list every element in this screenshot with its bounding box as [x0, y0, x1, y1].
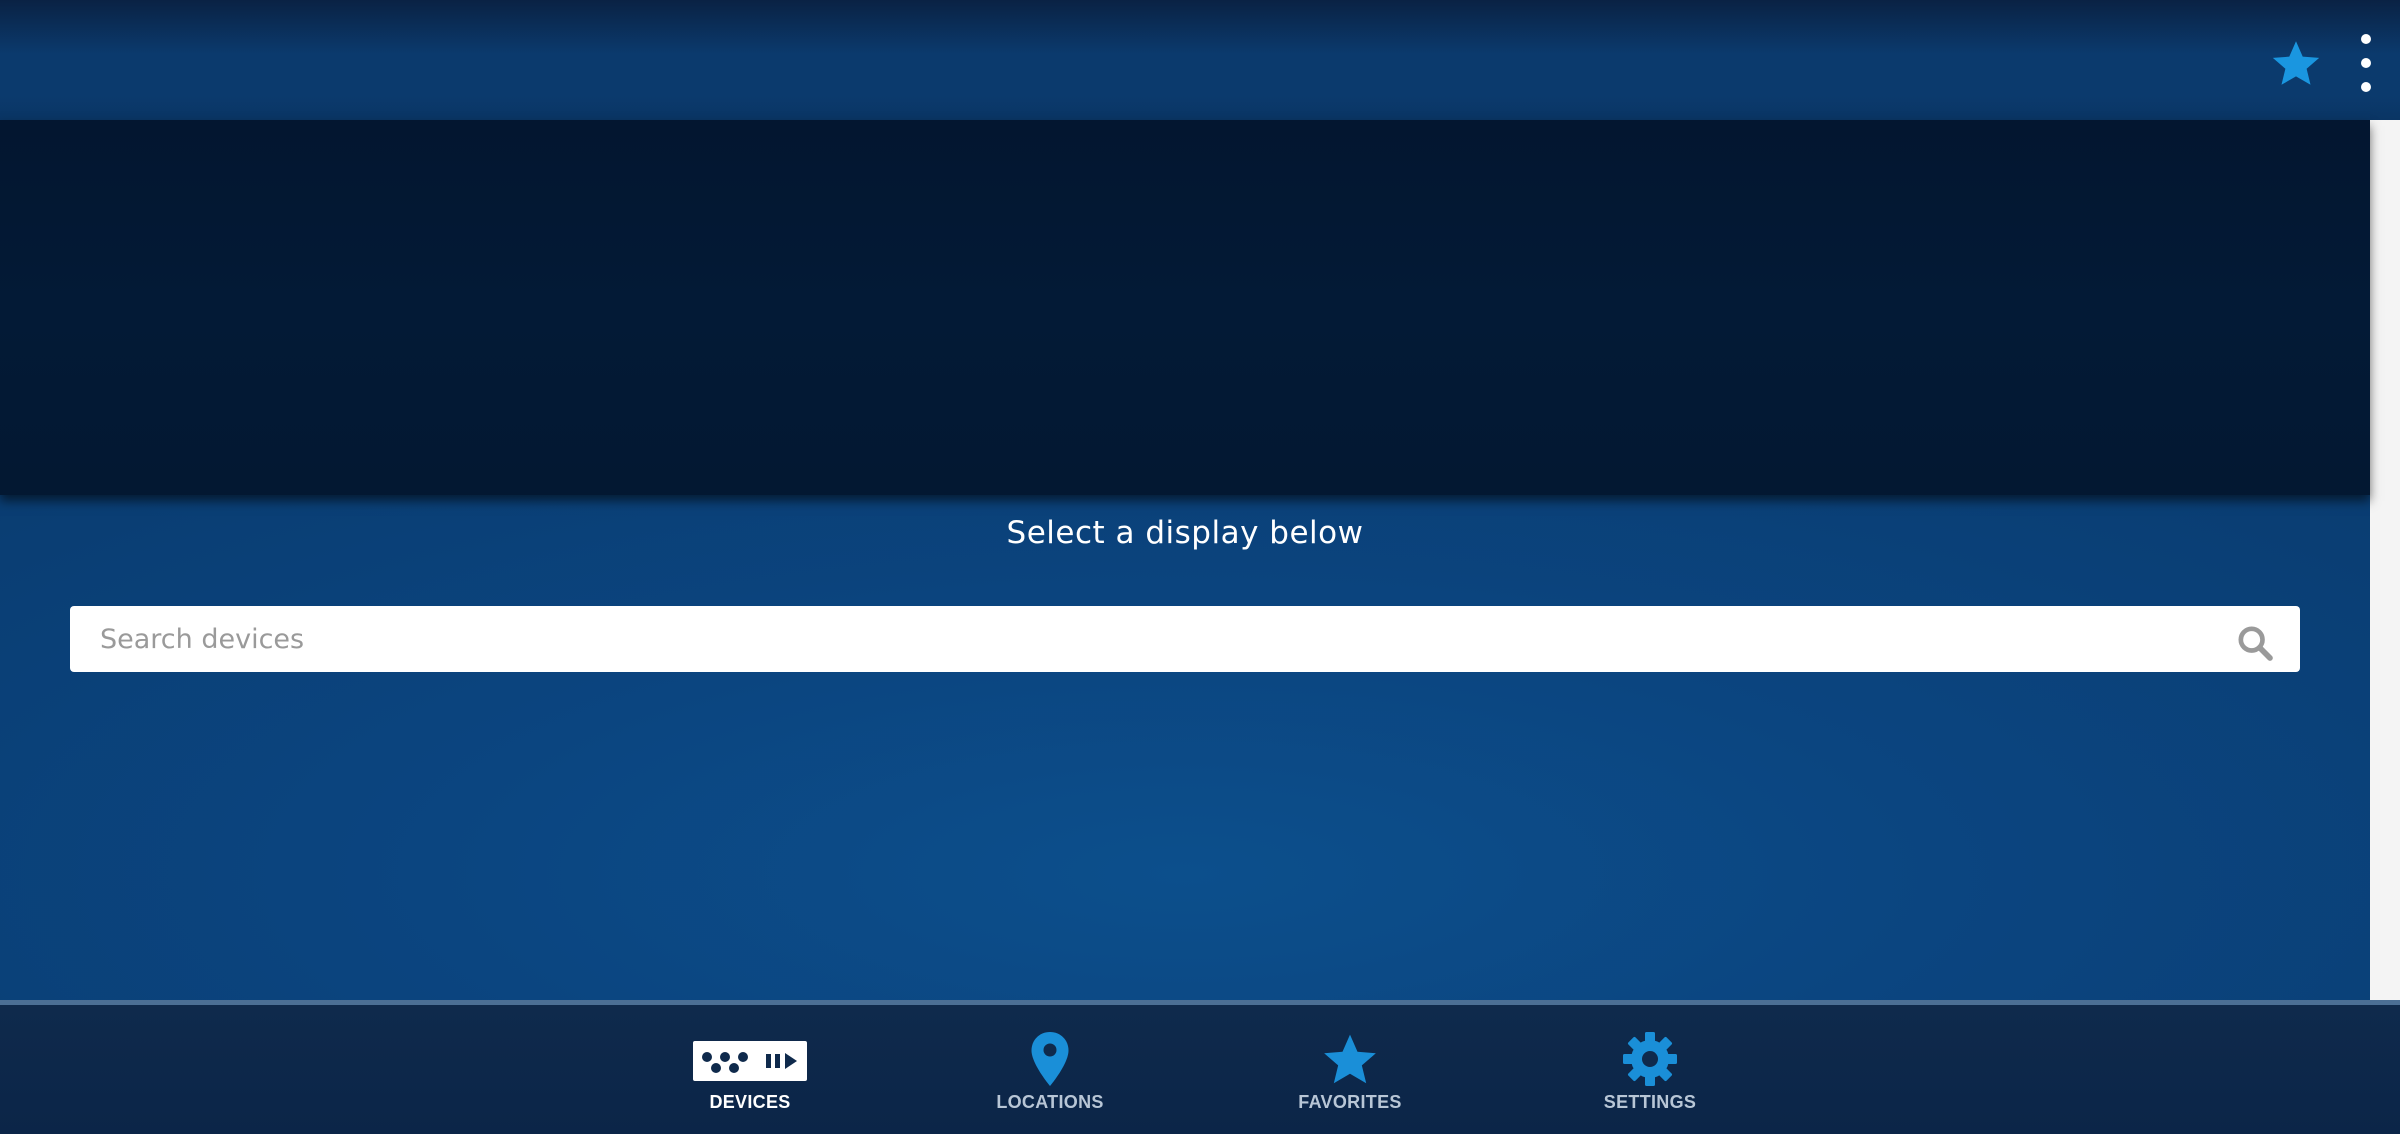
bottom-navigation: DEVICES LOCATIONS FAVORITES SETTINGS — [0, 1000, 2400, 1134]
search-icon[interactable] — [2235, 623, 2275, 663]
favorite-star-icon[interactable] — [2270, 38, 2322, 90]
display-preview-area — [0, 120, 2370, 495]
location-pin-icon — [1031, 1032, 1069, 1086]
more-vertical-icon[interactable] — [2352, 34, 2380, 92]
nav-label-settings: SETTINGS — [1603, 1092, 1697, 1112]
device-selection-panel: Select a display below — [0, 495, 2370, 1000]
star-icon — [1324, 1034, 1376, 1084]
nav-item-devices[interactable]: DEVICES — [640, 1005, 860, 1134]
select-display-prompt: Select a display below — [1006, 515, 1364, 551]
app-header — [0, 0, 2400, 120]
search-input[interactable] — [100, 606, 2220, 672]
nav-label-devices: DEVICES — [709, 1092, 791, 1112]
nav-item-favorites[interactable]: FAVORITES — [1240, 1005, 1460, 1134]
search-bar[interactable] — [70, 606, 2300, 672]
nav-label-favorites: FAVORITES — [1298, 1092, 1402, 1112]
devices-icon — [693, 1041, 807, 1081]
scrollbar[interactable] — [2370, 120, 2400, 1000]
gear-icon — [1623, 1032, 1677, 1086]
nav-item-locations[interactable]: LOCATIONS — [940, 1005, 1160, 1134]
nav-item-settings[interactable]: SETTINGS — [1540, 1005, 1760, 1134]
nav-label-locations: LOCATIONS — [996, 1092, 1104, 1112]
